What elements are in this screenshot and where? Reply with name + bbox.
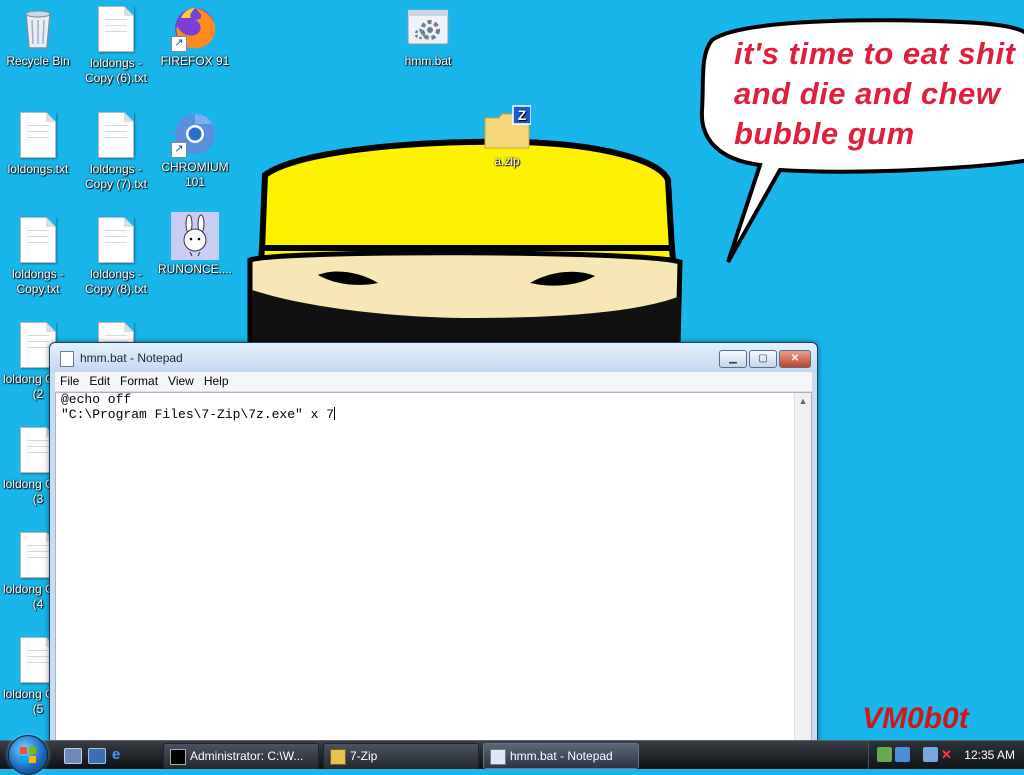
- vertical-scrollbar[interactable]: ▲: [794, 393, 811, 744]
- icon-label: Recycle Bin: [6, 54, 70, 68]
- start-button[interactable]: [8, 735, 48, 775]
- cmd-icon: [170, 749, 186, 765]
- text-file-icon: [14, 112, 62, 160]
- windows-logo-icon: [20, 747, 36, 763]
- bunny-icon: [171, 212, 219, 260]
- menu-help[interactable]: Help: [199, 372, 234, 391]
- volume-muted-icon[interactable]: ✕: [941, 747, 956, 762]
- recycle-bin-desktop-icon[interactable]: Recycle Bin: [0, 4, 76, 69]
- shortcut-arrow-icon: ↗: [171, 142, 187, 158]
- taskbar: e Administrator: C:\W... 7-Zip hmm.bat -…: [0, 735, 1024, 775]
- menu-view[interactable]: View: [163, 372, 199, 391]
- runonce-desktop-icon[interactable]: RUNONCE....: [157, 212, 233, 277]
- maximize-button[interactable]: ▢: [749, 350, 777, 368]
- icon-label: CHROMIUM 101: [161, 160, 229, 189]
- menu-edit[interactable]: Edit: [84, 372, 115, 391]
- switch-windows-icon[interactable]: [88, 748, 106, 764]
- taskbar-item-label: hmm.bat - Notepad: [510, 749, 613, 763]
- show-desktop-icon[interactable]: [64, 748, 82, 764]
- icon-label: a.zip: [494, 154, 520, 168]
- editor-line: "C:\Program Files\7-Zip\7z.exe" x 7: [61, 407, 335, 422]
- wallpaper-signature: VM0b0t: [862, 702, 969, 735]
- clock[interactable]: 12:35 AM: [964, 741, 1015, 769]
- menu-file[interactable]: File: [55, 372, 84, 391]
- desktop-file-icon[interactable]: loldongs - Copy.txt: [0, 215, 76, 297]
- text-editor-area[interactable]: @echo off "C:\Program Files\7-Zip\7z.exe"…: [55, 392, 812, 745]
- editor-line-with-caret: "C:\Program Files\7-Zip\7z.exe" x 7: [61, 407, 336, 422]
- notepad-icon: [60, 351, 74, 367]
- editor-line: @echo off: [61, 392, 132, 407]
- desktop-file-icon[interactable]: loldongs - Copy (7).txt: [78, 110, 154, 192]
- firefox-icon: ↗: [171, 4, 219, 52]
- recycle-bin-icon: [14, 4, 62, 52]
- text-caret: [334, 407, 336, 420]
- icon-label: loldongs - Copy (8).txt: [84, 267, 147, 296]
- hat-shape: [258, 138, 676, 253]
- menu-format[interactable]: Format: [115, 372, 163, 391]
- window-title: hmm.bat - Notepad: [80, 351, 183, 365]
- network-tray-icon[interactable]: [877, 747, 892, 762]
- firefox-desktop-icon[interactable]: ↗ FIREFOX 91: [157, 4, 233, 69]
- taskbar-item-label: 7-Zip: [350, 749, 378, 763]
- text-file-icon: [92, 6, 140, 54]
- icon-label: RUNONCE....: [157, 262, 232, 276]
- editor-text: @echo off "C:\Program Files\7-Zip\7z.exe"…: [61, 392, 336, 422]
- internet-explorer-icon[interactable]: e: [112, 747, 128, 762]
- text-file-icon: [92, 112, 140, 160]
- icon-label: FIREFOX 91: [160, 54, 230, 68]
- close-button[interactable]: ✕: [779, 350, 811, 368]
- icon-label: loldongs.txt: [7, 162, 69, 176]
- desktop-file-icon[interactable]: loldongs - Copy (6).txt: [78, 4, 154, 86]
- zip-folder-icon: Z: [483, 104, 532, 152]
- notepad-window[interactable]: hmm.bat - Notepad ▁ ▢ ✕ File Edit Format Vi…: [49, 342, 818, 746]
- icon-label: loldongs - Copy (6).txt: [84, 56, 147, 85]
- zip-file-desktop-icon[interactable]: Z a.zip: [469, 104, 545, 169]
- speech-bubble-text: it's time to eat shit and die and chew b…: [734, 36, 1016, 151]
- menu-bar: File Edit Format View Help: [55, 372, 812, 392]
- chromium-desktop-icon[interactable]: ↗ CHROMIUM 101: [157, 110, 233, 190]
- icon-label: loldongs - Copy.txt: [11, 267, 65, 296]
- text-file-icon: [14, 217, 62, 265]
- batch-file-gear-icon: [404, 4, 452, 52]
- taskbar-item-cmd[interactable]: Administrator: C:\W...: [163, 743, 319, 769]
- icon-label: hmm.bat: [404, 54, 452, 68]
- notepad-icon: [490, 749, 506, 765]
- network-connection-icon[interactable]: [923, 747, 938, 762]
- taskbar-item-notepad[interactable]: hmm.bat - Notepad: [483, 743, 639, 769]
- desktop-file-icon[interactable]: loldongs - Copy (8).txt: [78, 215, 154, 297]
- batch-file-desktop-icon[interactable]: hmm.bat: [390, 4, 466, 69]
- text-file-icon: [92, 217, 140, 265]
- desktop-file-icon[interactable]: loldongs.txt: [0, 110, 76, 177]
- 7zip-icon: [330, 749, 346, 765]
- icon-label: loldongs - Copy (7).txt: [84, 162, 147, 191]
- system-tray: ✕ 12:35 AM: [868, 741, 1024, 769]
- svg-text:Z: Z: [518, 107, 527, 123]
- shortcut-arrow-icon: ↗: [171, 36, 187, 52]
- notepad-title-bar[interactable]: hmm.bat - Notepad ▁ ▢ ✕: [50, 343, 817, 373]
- scroll-up-arrow-icon[interactable]: ▲: [795, 393, 811, 409]
- minimize-button[interactable]: ▁: [719, 350, 747, 368]
- taskbar-item-7zip[interactable]: 7-Zip: [323, 743, 479, 769]
- display-tray-icon[interactable]: [895, 747, 910, 762]
- chromium-icon: ↗: [171, 110, 219, 158]
- taskbar-item-label: Administrator: C:\W...: [190, 749, 304, 763]
